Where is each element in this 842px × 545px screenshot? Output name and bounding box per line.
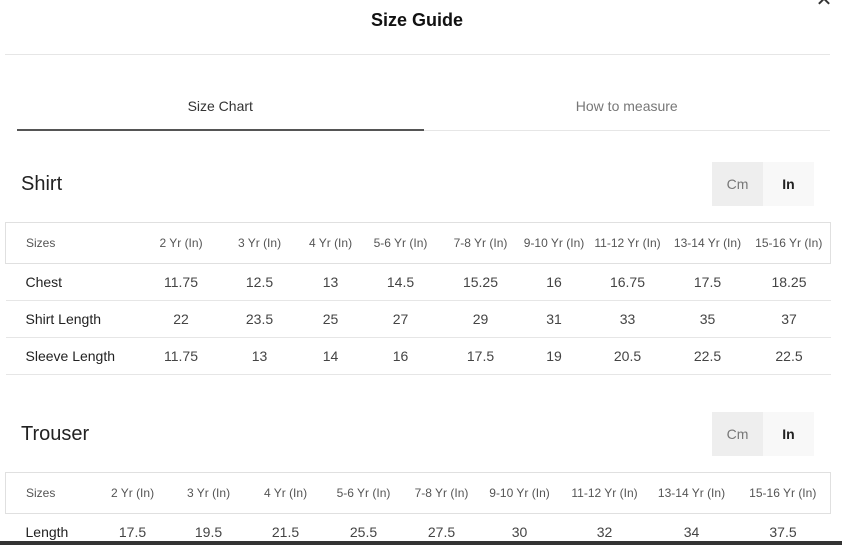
trouser-header-row: Sizes 2 Yr (In) 3 Yr (In) 4 Yr (In) 5-6 Yr (… [5, 472, 831, 514]
trouser-header-size-col: 13-14 Yr (In) [647, 472, 736, 514]
table-cell: 23.5 [218, 300, 301, 338]
table-cell: 13 [300, 263, 361, 301]
table-cell: 20.5 [587, 337, 668, 375]
table-cell: 13 [218, 337, 301, 375]
shirt-header-size-col: 7-8 Yr (In) [440, 222, 521, 264]
table-cell: 31 [520, 300, 588, 338]
table-cell: 22.5 [747, 337, 831, 375]
trouser-header-size-col: 9-10 Yr (In) [477, 472, 562, 514]
table-cell: 16 [520, 263, 588, 301]
trouser-unit-cm-button[interactable]: Cm [712, 412, 763, 456]
shirt-header-sizes: Sizes [5, 222, 144, 264]
row-label: Sleeve Length [5, 337, 144, 375]
tab-how-to-measure[interactable]: How to measure [424, 90, 831, 130]
shirt-header-size-col: 2 Yr (In) [143, 222, 219, 264]
table-cell: 16 [360, 337, 441, 375]
shirt-header-size-col: 11-12 Yr (In) [587, 222, 668, 264]
shirt-header-size-col: 9-10 Yr (In) [520, 222, 588, 264]
table-row: Shirt Length 22 23.5 25 27 29 31 33 35 37 [5, 300, 831, 338]
shirt-unit-toggle: Cm In [712, 162, 814, 206]
table-cell: 22.5 [667, 337, 748, 375]
table-cell: 35 [667, 300, 748, 338]
row-label: Chest [5, 263, 144, 301]
table-cell: 11.75 [143, 337, 219, 375]
trouser-header-size-col: 5-6 Yr (In) [321, 472, 406, 514]
shirt-header-size-col: 5-6 Yr (In) [360, 222, 441, 264]
trouser-size-table: Sizes 2 Yr (In) 3 Yr (In) 4 Yr (In) 5-6 Yr (… [5, 472, 831, 545]
shirt-header-size-col: 15-16 Yr (In) [747, 222, 831, 264]
table-cell: 17.5 [440, 337, 521, 375]
close-icon[interactable]: ✕ [814, 0, 834, 10]
table-cell: 33 [587, 300, 668, 338]
table-cell: 25 [300, 300, 361, 338]
tab-bar: Size Chart How to measure [17, 90, 830, 131]
trouser-header-size-col: 3 Yr (In) [167, 472, 250, 514]
table-cell: 11.75 [143, 263, 219, 301]
table-cell: 22 [143, 300, 219, 338]
trouser-header-size-col: 2 Yr (In) [97, 472, 168, 514]
trouser-unit-toggle: Cm In [712, 412, 814, 456]
shirt-header-size-col: 4 Yr (In) [300, 222, 361, 264]
shirt-size-table: Sizes 2 Yr (In) 3 Yr (In) 4 Yr (In) 5-6 Yr (… [5, 222, 831, 375]
trouser-section-title: Trouser [21, 423, 90, 445]
trouser-header-size-col: 4 Yr (In) [249, 472, 322, 514]
bottom-edge [0, 541, 842, 545]
shirt-unit-in-button[interactable]: In [763, 162, 814, 206]
row-label: Shirt Length [5, 300, 144, 338]
table-cell: 19 [520, 337, 588, 375]
table-cell: 14.5 [360, 263, 441, 301]
shirt-header-size-col: 3 Yr (In) [218, 222, 301, 264]
trouser-unit-in-button[interactable]: In [763, 412, 814, 456]
modal-title: Size Guide [370, 10, 464, 30]
table-row: Chest 11.75 12.5 13 14.5 15.25 16 16.75 17.5 18.2… [5, 263, 831, 301]
table-cell: 37 [747, 300, 831, 338]
table-cell: 18.25 [747, 263, 831, 301]
table-cell: 12.5 [218, 263, 301, 301]
title-divider [5, 54, 830, 55]
table-cell: 17.5 [667, 263, 748, 301]
tab-size-chart[interactable]: Size Chart [17, 90, 424, 131]
shirt-unit-cm-button[interactable]: Cm [712, 162, 763, 206]
shirt-header-row: Sizes 2 Yr (In) 3 Yr (In) 4 Yr (In) 5-6 Yr (… [5, 222, 831, 264]
trouser-header-sizes: Sizes [5, 472, 98, 514]
table-cell: 16.75 [587, 263, 668, 301]
trouser-header-size-col: 15-16 Yr (In) [735, 472, 831, 514]
trouser-header-size-col: 11-12 Yr (In) [561, 472, 648, 514]
table-cell: 14 [300, 337, 361, 375]
shirt-section-title: Shirt [21, 173, 63, 195]
table-cell: 27 [360, 300, 441, 338]
table-cell: 29 [440, 300, 521, 338]
shirt-header-size-col: 13-14 Yr (In) [667, 222, 748, 264]
table-row: Sleeve Length 11.75 13 14 16 17.5 19 20.5 22.5 22… [5, 337, 831, 375]
trouser-header-size-col: 7-8 Yr (In) [405, 472, 478, 514]
table-cell: 15.25 [440, 263, 521, 301]
